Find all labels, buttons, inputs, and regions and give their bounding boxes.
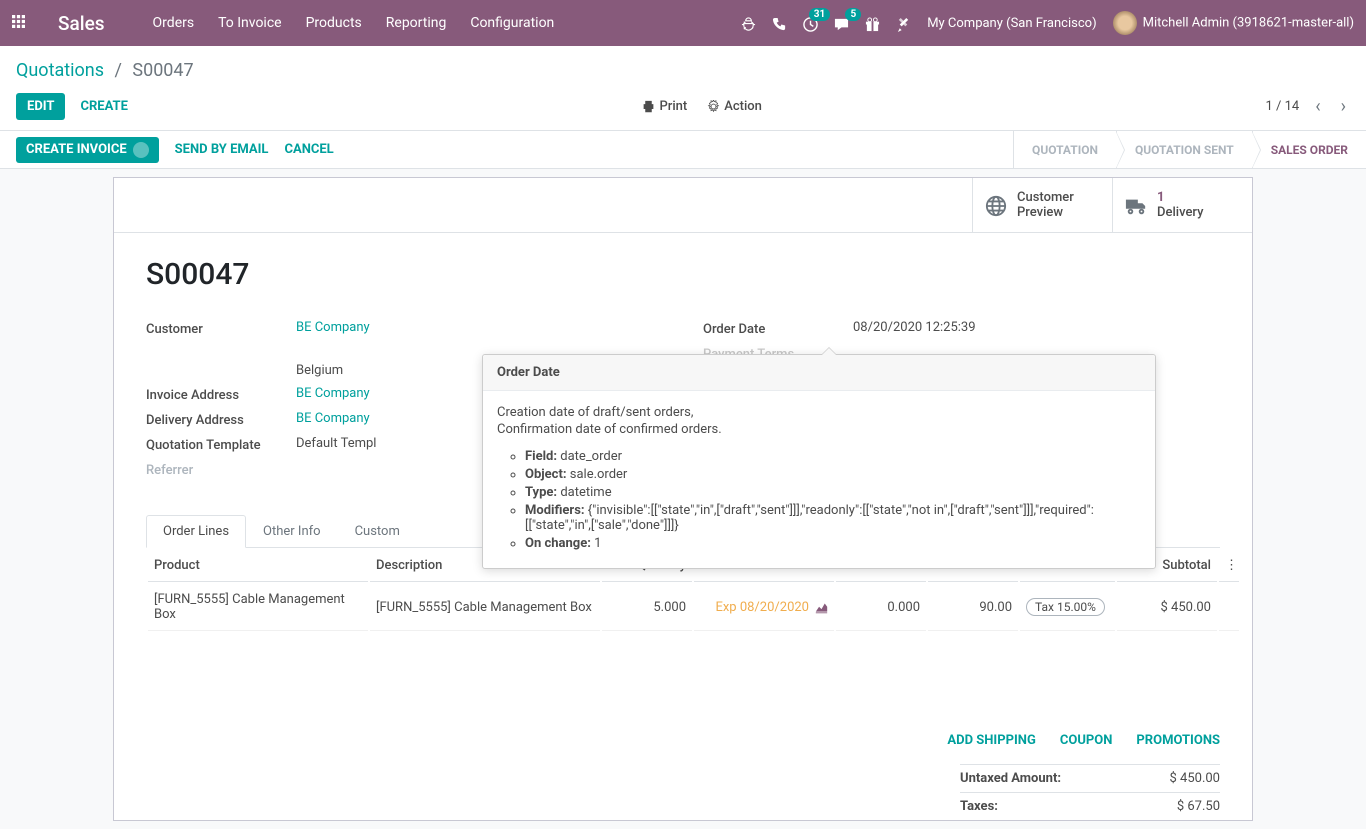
field-tooltip: Order Date Creation date of draft/sent o…	[482, 354, 1156, 569]
status-quotation[interactable]: QUOTATION	[1013, 131, 1116, 168]
control-panel: Quotations / S00047 EDIT CREATE Print Ac…	[0, 46, 1366, 131]
nav-configuration[interactable]: Configuration	[470, 15, 554, 31]
brand[interactable]: Sales	[58, 12, 105, 35]
breadcrumb: Quotations / S00047	[16, 60, 1350, 81]
avatar	[1113, 11, 1137, 35]
untaxed-value: $ 450.00	[1170, 771, 1221, 786]
totals: Untaxed Amount: $ 450.00 Taxes: $ 67.50	[960, 764, 1220, 820]
tab-order-lines[interactable]: Order Lines	[146, 515, 246, 548]
nav-orders[interactable]: Orders	[153, 15, 195, 31]
cell-description: [FURN_5555] Cable Management Box	[370, 584, 600, 631]
taxes-label: Taxes:	[960, 799, 998, 814]
topbar: Sales Orders To Invoice Products Reporti…	[0, 0, 1366, 46]
nav-to-invoice[interactable]: To Invoice	[218, 15, 282, 31]
statusbar: CREATE INVOICE SEND BY EMAIL CANCEL QUOT…	[0, 131, 1366, 169]
delivery-addr-label: Delivery Address	[146, 411, 296, 428]
print-button[interactable]: Print	[642, 99, 687, 114]
globe-icon	[985, 193, 1007, 218]
tooltip-desc2: Confirmation date of confirmed orders.	[497, 422, 1141, 437]
action-button[interactable]: Action	[707, 99, 762, 114]
create-button[interactable]: CREATE	[69, 93, 138, 120]
send-email-button[interactable]: SEND BY EMAIL	[175, 142, 269, 157]
create-invoice-button[interactable]: CREATE INVOICE	[16, 137, 159, 163]
cell-tax[interactable]: Tax 15.00%	[1026, 598, 1105, 616]
customer-label: Customer	[146, 320, 296, 337]
order-date-label: Order Date	[703, 320, 853, 337]
pager-prev-icon[interactable]: ‹	[1311, 96, 1324, 117]
tab-custom[interactable]: Custom	[338, 515, 417, 548]
referrer-label: Referrer	[146, 461, 296, 478]
cell-quantity[interactable]: 5.000	[602, 584, 692, 631]
nav-reporting[interactable]: Reporting	[386, 15, 447, 31]
invoice-circle-icon	[133, 142, 149, 158]
customer-preview-button[interactable]: CustomerPreview	[972, 178, 1112, 232]
tab-other-info[interactable]: Other Info	[246, 515, 338, 548]
company-selector[interactable]: My Company (San Francisco)	[927, 16, 1096, 31]
cell-invoiced[interactable]: 0.000	[836, 584, 926, 631]
user-menu[interactable]: Mitchell Admin (3918621-master-all)	[1113, 11, 1354, 35]
breadcrumb-current: S00047	[132, 60, 193, 81]
pager[interactable]: 1 / 14	[1265, 99, 1299, 114]
delivery-button[interactable]: 1Delivery	[1112, 178, 1252, 232]
invoice-addr-label: Invoice Address	[146, 386, 296, 403]
pager-next-icon[interactable]: ›	[1337, 96, 1350, 117]
table-row[interactable]: [FURN_5555] Cable Management Box [FURN_5…	[148, 584, 1239, 631]
apps-icon[interactable]	[12, 14, 30, 32]
tooltip-title: Order Date	[483, 355, 1155, 391]
add-shipping-link[interactable]: ADD SHIPPING	[947, 733, 1035, 748]
messages-badge: 5	[845, 8, 861, 21]
messages-icon[interactable]: 5	[834, 14, 849, 32]
button-box: CustomerPreview 1Delivery	[114, 178, 1252, 233]
footer-links: ADD SHIPPING COUPON PROMOTIONS	[146, 733, 1220, 748]
edit-button[interactable]: EDIT	[16, 93, 65, 120]
clock-icon[interactable]: 31	[803, 14, 818, 32]
area-chart-icon[interactable]	[815, 600, 828, 615]
activities-badge: 31	[809, 8, 830, 21]
nav-products[interactable]: Products	[306, 15, 362, 31]
phone-icon[interactable]	[772, 14, 787, 32]
truck-icon	[1125, 193, 1147, 218]
gift-icon[interactable]	[865, 14, 880, 32]
status-quotation-sent[interactable]: QUOTATION SENT	[1116, 131, 1252, 168]
taxes-value: $ 67.50	[1177, 799, 1220, 814]
order-date-value: 08/20/2020 12:25:39	[853, 320, 1220, 337]
th-more-icon[interactable]: ⋮	[1219, 550, 1239, 582]
topbar-right: 31 5 My Company (San Francisco) Mitchell…	[741, 11, 1354, 35]
untaxed-label: Untaxed Amount:	[960, 771, 1061, 786]
breadcrumb-root[interactable]: Quotations	[16, 60, 104, 81]
cell-delivered[interactable]: Exp 08/20/2020	[715, 600, 809, 615]
promotions-link[interactable]: PROMOTIONS	[1136, 733, 1220, 748]
tools-icon[interactable]	[896, 14, 911, 32]
template-label: Quotation Template	[146, 436, 296, 453]
customer-value[interactable]: BE Company	[296, 320, 663, 337]
tooltip-desc1: Creation date of draft/sent orders,	[497, 405, 1141, 420]
cell-unit-price: 90.00	[928, 584, 1018, 631]
status-sales-order[interactable]: SALES ORDER	[1252, 131, 1366, 168]
form-sheet-bg: CustomerPreview 1Delivery S00047 Custome…	[0, 169, 1366, 829]
cell-subtotal: $ 450.00	[1117, 584, 1217, 631]
main-nav: Orders To Invoice Products Reporting Con…	[153, 15, 742, 31]
form-sheet: CustomerPreview 1Delivery S00047 Custome…	[113, 177, 1253, 821]
cell-product: [FURN_5555] Cable Management Box	[148, 584, 368, 631]
th-product[interactable]: Product	[148, 550, 368, 582]
bug-icon[interactable]	[741, 14, 756, 32]
coupon-link[interactable]: COUPON	[1060, 733, 1113, 748]
user-label: Mitchell Admin (3918621-master-all)	[1143, 15, 1354, 30]
cancel-button[interactable]: CANCEL	[284, 142, 333, 157]
page-title: S00047	[146, 257, 1220, 292]
